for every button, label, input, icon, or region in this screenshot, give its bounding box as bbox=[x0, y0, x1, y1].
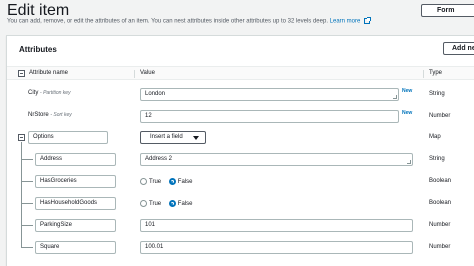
tree-line bbox=[21, 142, 22, 248]
column-value: Value bbox=[140, 70, 155, 76]
new-badge: New bbox=[402, 88, 413, 94]
row-label-nrstore: NrStore - Sort key bbox=[28, 112, 72, 118]
collapse-all-icon[interactable] bbox=[18, 70, 25, 77]
collapse-options-icon[interactable] bbox=[18, 134, 25, 141]
hasgroceries-radio-group: True False bbox=[140, 178, 198, 185]
column-divider bbox=[134, 70, 135, 78]
add-new-button[interactable]: Add new bbox=[443, 42, 474, 55]
row-type: Boolean bbox=[429, 178, 452, 184]
city-value-field[interactable]: London bbox=[140, 88, 399, 101]
square-name-field[interactable]: Square bbox=[35, 241, 116, 254]
row-type: Number bbox=[429, 113, 451, 119]
attribute-name: NrStore bbox=[28, 112, 49, 118]
insert-field-label: Insert a field bbox=[150, 134, 183, 140]
insert-field-button[interactable]: Insert a field bbox=[140, 131, 206, 144]
new-badge: New bbox=[402, 110, 413, 116]
key-note: - Sort key bbox=[50, 112, 72, 118]
learn-more-link[interactable]: Learn more bbox=[330, 19, 361, 25]
row-type: String bbox=[429, 91, 445, 97]
address-name-field[interactable]: Address bbox=[35, 153, 116, 166]
true-option[interactable]: True bbox=[140, 200, 162, 208]
column-divider bbox=[423, 70, 424, 78]
tree-line bbox=[21, 159, 33, 160]
address-value-field[interactable]: Address 2 bbox=[140, 153, 413, 166]
true-label: True bbox=[149, 179, 162, 186]
radio-false[interactable] bbox=[168, 178, 176, 185]
hasgroceries-name-field[interactable]: HasGroceries bbox=[35, 175, 116, 188]
false-label: False bbox=[177, 179, 193, 186]
square-value-field[interactable]: 100.01 bbox=[140, 241, 413, 254]
tree-line bbox=[21, 181, 33, 182]
row-type: Boolean bbox=[429, 200, 452, 206]
radio-false[interactable] bbox=[168, 200, 176, 207]
radio-true[interactable] bbox=[140, 178, 147, 185]
description-text: You can add, remove, or edit the attribu… bbox=[7, 18, 328, 25]
nrstore-value-field[interactable]: 12 bbox=[140, 110, 399, 123]
false-option[interactable]: False bbox=[168, 178, 193, 186]
attributes-panel: Attributes Add new Attribute name Value … bbox=[6, 35, 474, 266]
true-label: True bbox=[149, 201, 162, 208]
page-description: You can add, remove, or edit the attribu… bbox=[7, 17, 372, 25]
form-button[interactable]: Form bbox=[421, 4, 474, 17]
hashouseholdgoods-name-field[interactable]: HasHouseholdGoods bbox=[35, 197, 116, 210]
tree-line bbox=[21, 247, 33, 248]
row-type: Map bbox=[429, 134, 441, 140]
panel-title: Attributes bbox=[19, 45, 57, 54]
row-type: Number bbox=[429, 222, 451, 228]
tree-line bbox=[21, 203, 33, 204]
row-type: Number bbox=[429, 244, 451, 250]
parkingsize-value-field[interactable]: 101 bbox=[140, 219, 413, 232]
table-header: Attribute name Value Type bbox=[7, 66, 474, 80]
attribute-name: City bbox=[28, 90, 39, 96]
false-label: False bbox=[177, 201, 193, 208]
radio-true[interactable] bbox=[140, 200, 147, 207]
column-type: Type bbox=[429, 70, 443, 76]
true-option[interactable]: True bbox=[140, 178, 162, 186]
row-label-city: City - Partition key bbox=[28, 90, 71, 96]
tree-line bbox=[21, 225, 33, 226]
caret-down-icon bbox=[193, 136, 199, 140]
column-attribute-name: Attribute name bbox=[29, 70, 69, 76]
hashouseholdgoods-radio-group: True False bbox=[140, 200, 198, 207]
external-link-icon[interactable] bbox=[364, 17, 372, 24]
key-note: - Partition key bbox=[40, 90, 71, 96]
options-name-field[interactable]: Options bbox=[28, 131, 108, 144]
parkingsize-name-field[interactable]: ParkingSize bbox=[35, 219, 116, 232]
row-type: String bbox=[429, 156, 445, 162]
false-option[interactable]: False bbox=[168, 200, 193, 208]
